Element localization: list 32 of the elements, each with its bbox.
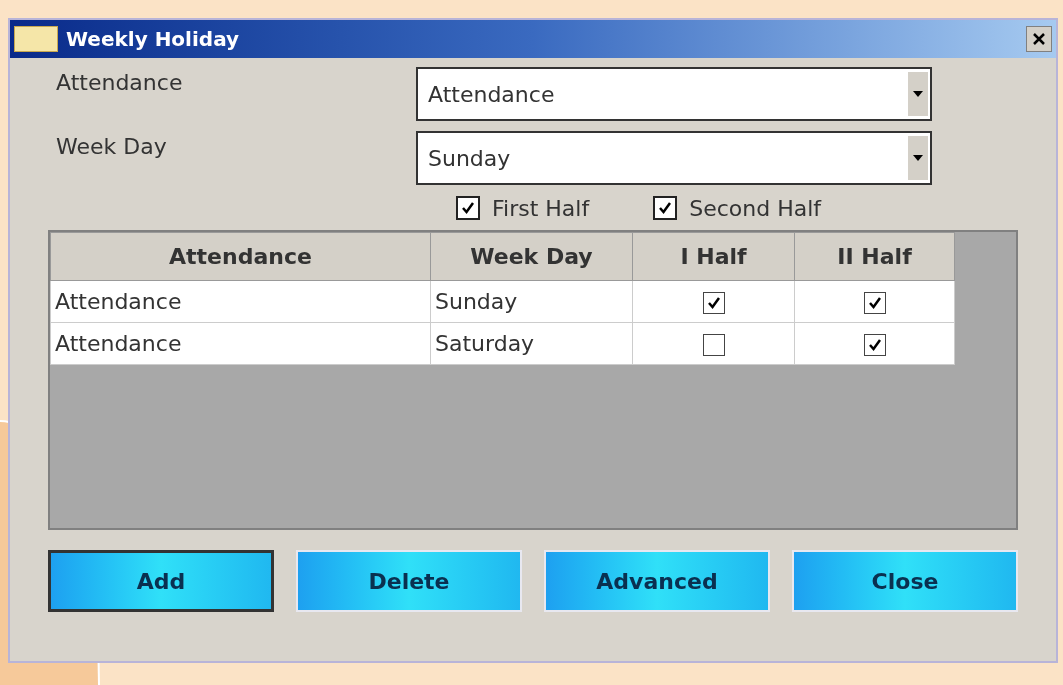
- check-mark-icon: [705, 295, 722, 311]
- table-cell: Attendance: [50, 280, 431, 323]
- dropdown-field[interactable]: Sunday: [416, 131, 932, 185]
- dialog-button[interactable]: Add: [48, 550, 274, 612]
- checkbox[interactable]: [702, 334, 725, 356]
- checkbox[interactable]: [863, 292, 886, 314]
- check-mark-icon: [866, 337, 883, 353]
- dialog-button[interactable]: Delete: [296, 550, 522, 612]
- window-title: Weekly Holiday: [66, 26, 240, 53]
- checkbox[interactable]: [863, 334, 886, 356]
- window-icon: [14, 26, 58, 52]
- dialog-button[interactable]: Close: [792, 550, 1018, 612]
- close-icon[interactable]: [1026, 26, 1052, 52]
- check-mark-icon: [866, 295, 883, 311]
- checkbox[interactable]: [653, 196, 678, 220]
- column-header[interactable]: Attendance: [50, 232, 431, 281]
- column-header[interactable]: Week Day: [430, 232, 633, 281]
- field-label: Attendance: [55, 69, 184, 97]
- check-mark-icon: [460, 200, 476, 216]
- dialog-button[interactable]: Advanced: [544, 550, 770, 612]
- dropdown-field[interactable]: Attendance: [416, 67, 932, 121]
- checkbox[interactable]: [456, 196, 480, 220]
- table-cell: Sunday: [430, 280, 633, 323]
- check-mark-icon: [657, 200, 674, 216]
- table-cell: Attendance: [50, 322, 431, 365]
- column-header[interactable]: I Half: [632, 232, 795, 281]
- checkbox-label: Second Half: [689, 194, 822, 223]
- column-header[interactable]: II Half: [794, 232, 955, 281]
- field-label: Week Day: [55, 133, 168, 161]
- checkbox-label: First Half: [492, 194, 590, 223]
- table-cell: Saturday: [430, 322, 633, 365]
- checkbox[interactable]: [702, 292, 725, 314]
